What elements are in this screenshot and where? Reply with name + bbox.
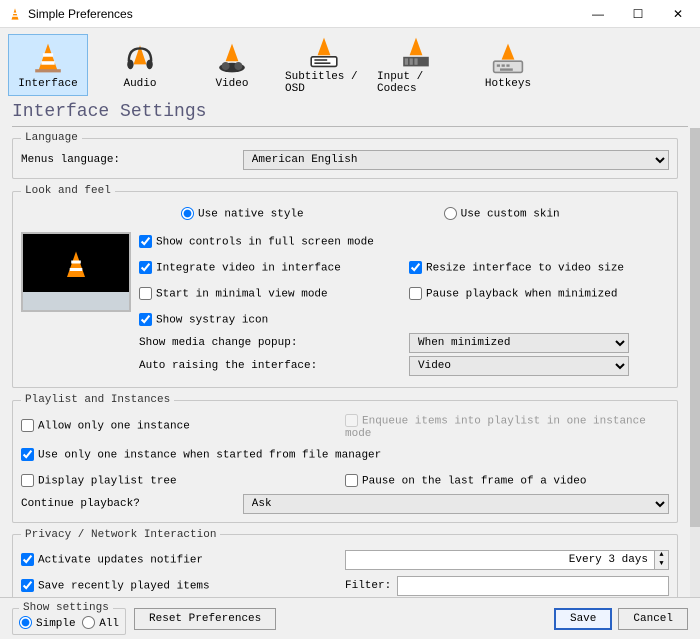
tab-hotkeys[interactable]: Hotkeys bbox=[468, 34, 548, 96]
group-privacy: Privacy / Network Interaction Activate u… bbox=[12, 529, 678, 597]
updates-interval-value: Every 3 days bbox=[346, 554, 654, 566]
radio-native-input[interactable] bbox=[181, 207, 194, 220]
app-icon bbox=[8, 7, 22, 21]
cb-one-instance[interactable]: Allow only one instance bbox=[21, 419, 190, 432]
spin-down-icon[interactable]: ▼ bbox=[655, 560, 668, 569]
tab-video[interactable]: Video bbox=[192, 34, 272, 96]
tab-label: Input / Codecs bbox=[377, 71, 455, 95]
cancel-button[interactable]: Cancel bbox=[618, 608, 688, 630]
menus-language-label: Menus language: bbox=[21, 154, 243, 166]
cone-icon bbox=[61, 250, 91, 280]
group-legend: Show settings bbox=[19, 602, 113, 614]
updates-interval-spinner[interactable]: Every 3 days ▲▼ bbox=[345, 550, 669, 570]
group-language: Language Menus language: American Englis… bbox=[12, 132, 678, 179]
cb-save-recent[interactable]: Save recently played items bbox=[21, 579, 210, 592]
cb-pause-minimized[interactable]: Pause playback when minimized bbox=[409, 287, 617, 300]
spin-up-icon[interactable]: ▲ bbox=[655, 551, 668, 560]
media-popup-select[interactable]: When minimized bbox=[409, 333, 629, 353]
media-popup-label: Show media change popup: bbox=[139, 337, 409, 349]
film-icon bbox=[214, 40, 250, 76]
cb-enqueue: Enqueue items into playlist in one insta… bbox=[345, 414, 669, 439]
auto-raise-label: Auto raising the interface: bbox=[139, 360, 409, 372]
radio-native-style[interactable]: Use native style bbox=[181, 207, 304, 220]
radio-custom-skin[interactable]: Use custom skin bbox=[444, 207, 560, 220]
cone-icon bbox=[30, 40, 66, 76]
tab-subtitles[interactable]: Subtitles / OSD bbox=[284, 34, 364, 96]
tab-label: Interface bbox=[18, 78, 77, 90]
scrollbar[interactable] bbox=[690, 128, 700, 597]
continue-playback-select[interactable]: Ask bbox=[243, 494, 669, 514]
cb-minimal-view[interactable]: Start in minimal view mode bbox=[139, 287, 328, 300]
cb-one-instance-file-manager[interactable]: Use only one instance when started from … bbox=[21, 448, 381, 461]
scrollbar-thumb[interactable] bbox=[690, 128, 700, 527]
group-legend: Language bbox=[21, 132, 82, 144]
radio-custom-input[interactable] bbox=[444, 207, 457, 220]
menus-language-select[interactable]: American English bbox=[243, 150, 669, 170]
tab-label: Subtitles / OSD bbox=[285, 71, 363, 95]
tab-label: Audio bbox=[123, 78, 156, 90]
group-legend: Privacy / Network Interaction bbox=[21, 529, 220, 541]
minimize-button[interactable]: — bbox=[578, 0, 618, 28]
cb-integrate-video[interactable]: Integrate video in interface bbox=[139, 261, 341, 274]
headphones-icon bbox=[122, 40, 158, 76]
cb-resize-interface[interactable]: Resize interface to video size bbox=[409, 261, 624, 274]
filter-label: Filter: bbox=[345, 580, 397, 592]
cb-pause-last-frame[interactable]: Pause on the last frame of a video bbox=[345, 474, 586, 487]
divider bbox=[12, 126, 688, 127]
window-title: Simple Preferences bbox=[28, 7, 578, 21]
save-button[interactable]: Save bbox=[554, 608, 612, 630]
reset-preferences-button[interactable]: Reset Preferences bbox=[134, 608, 276, 630]
radio-simple[interactable]: Simple bbox=[19, 618, 76, 630]
group-playlist: Playlist and Instances Allow only one in… bbox=[12, 394, 678, 522]
group-legend: Look and feel bbox=[21, 185, 115, 197]
titlebar: Simple Preferences — ☐ ✕ bbox=[0, 0, 700, 28]
continue-playback-label: Continue playback? bbox=[21, 498, 243, 510]
codec-icon bbox=[398, 35, 434, 69]
category-tabs: Interface Audio Video Subtitles / OSD In… bbox=[0, 28, 700, 96]
cb-fullscreen-controls[interactable]: Show controls in full screen mode bbox=[139, 235, 374, 248]
tab-interface[interactable]: Interface bbox=[8, 34, 88, 96]
radio-all[interactable]: All bbox=[82, 618, 119, 630]
tab-audio[interactable]: Audio bbox=[100, 34, 180, 96]
filter-input[interactable] bbox=[397, 576, 669, 596]
auto-raise-select[interactable]: Video bbox=[409, 356, 629, 376]
cb-playlist-tree[interactable]: Display playlist tree bbox=[21, 474, 177, 487]
subtitles-icon bbox=[306, 35, 342, 69]
skin-preview bbox=[21, 232, 131, 312]
settings-scroll-area: Language Menus language: American Englis… bbox=[0, 128, 690, 597]
maximize-button[interactable]: ☐ bbox=[618, 0, 658, 28]
tab-label: Hotkeys bbox=[485, 78, 531, 90]
tab-label: Video bbox=[215, 78, 248, 90]
group-show-settings: Show settings Simple All bbox=[12, 602, 126, 634]
cb-systray-icon[interactable]: Show systray icon bbox=[139, 313, 268, 326]
group-legend: Playlist and Instances bbox=[21, 394, 174, 406]
page-title: Interface Settings bbox=[0, 96, 700, 126]
close-button[interactable]: ✕ bbox=[658, 0, 698, 28]
tab-input-codecs[interactable]: Input / Codecs bbox=[376, 34, 456, 96]
group-look-and-feel: Look and feel Use native style Use custo… bbox=[12, 185, 678, 388]
footer: Show settings Simple All Reset Preferenc… bbox=[0, 597, 700, 639]
keyboard-icon bbox=[490, 40, 526, 76]
cb-updates-notifier[interactable]: Activate updates notifier bbox=[21, 553, 203, 566]
